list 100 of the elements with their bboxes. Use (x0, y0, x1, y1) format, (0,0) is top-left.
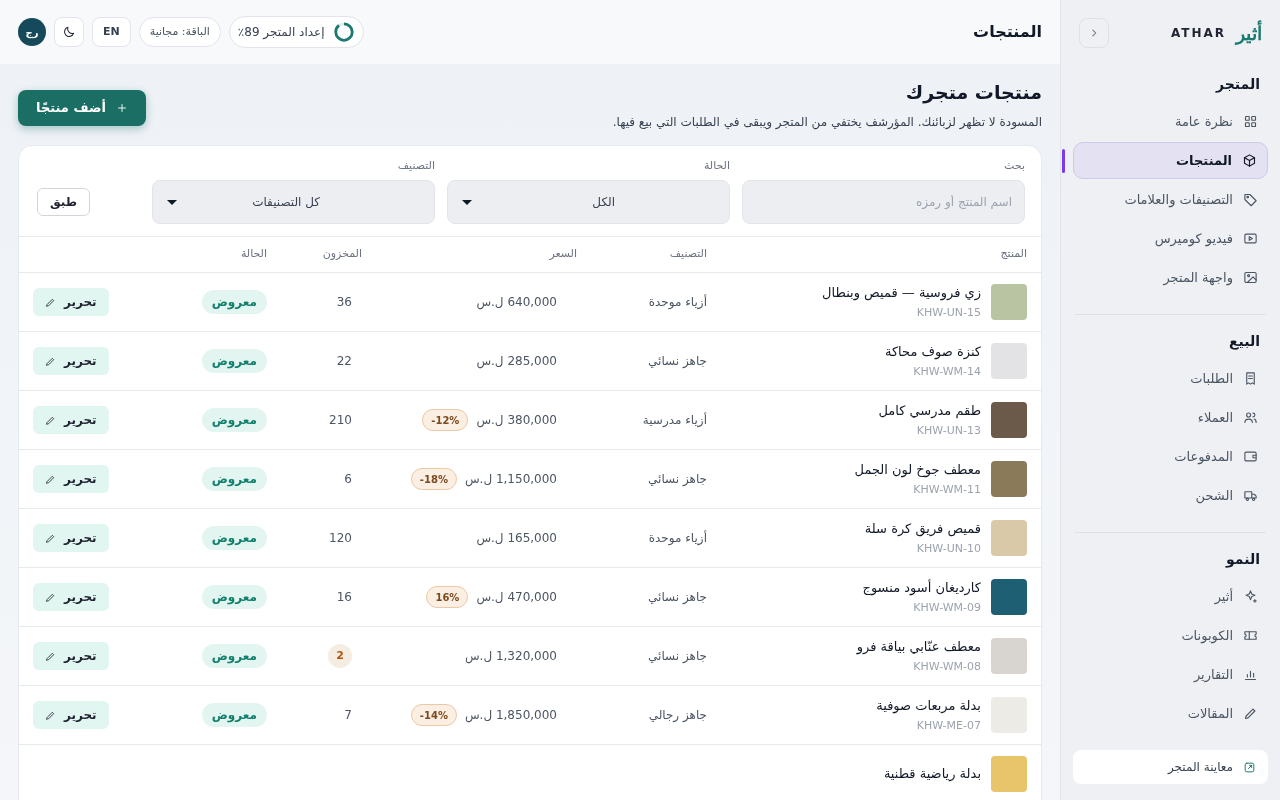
add-product-button[interactable]: أضف منتجًا (18, 90, 146, 126)
sidebar-item[interactable]: الطلبات (1073, 360, 1268, 397)
theme-toggle-button[interactable] (54, 17, 84, 47)
product-sku: KHW-UN-15 (915, 305, 981, 321)
edit-button[interactable]: تحرير (33, 465, 109, 493)
dropdown-caret-icon (167, 199, 178, 205)
tag-icon (1243, 192, 1258, 207)
status-badge: معروض (201, 408, 267, 432)
brand-logo: أثير (1236, 19, 1262, 47)
store-setup-progress[interactable]: إعداد المتجر 89٪ (228, 16, 364, 48)
box-icon (1242, 153, 1257, 168)
section-heading: المتجر (1214, 75, 1261, 95)
edit-button[interactable]: تحرير (33, 642, 109, 670)
column-header: المخزون (321, 246, 362, 263)
edit-button[interactable]: تحرير (33, 701, 109, 729)
active-indicator (1062, 149, 1065, 173)
discount-badge: 16% (426, 586, 469, 608)
column-header: المنتج (999, 246, 1027, 263)
video-icon (1243, 231, 1258, 246)
image-icon (1243, 270, 1258, 285)
photo-placeholder (991, 402, 1027, 438)
status-badge: معروض (201, 349, 267, 373)
dropdown-caret-icon (462, 199, 473, 205)
edit-button[interactable]: تحرير (33, 347, 109, 375)
product-name: كارديغان أسود منسوج (862, 578, 981, 597)
pencil-icon (45, 532, 56, 544)
photo-placeholder (991, 343, 1027, 379)
photo-placeholder (991, 579, 1027, 615)
product-sku: KHW-UN-13 (915, 423, 981, 439)
edit-button[interactable]: تحرير (33, 583, 109, 611)
discount-badge: -12% (422, 409, 469, 431)
status-badge: معروض (201, 467, 267, 491)
price-text: 640,000 ل.س (476, 294, 557, 311)
category-text: أزياء موحدة (648, 531, 707, 545)
product-sku: KHW-UN-10 (915, 541, 981, 557)
user-avatar[interactable]: رج (18, 18, 46, 46)
ticket-icon (1243, 628, 1258, 643)
sidebar-item[interactable]: العملاء (1073, 399, 1268, 436)
product-name: زي فروسية — قميص وبنطال (822, 283, 981, 302)
price-text: 470,000 ل.س (476, 589, 557, 606)
stock-text: 210 (329, 413, 352, 427)
language-button[interactable]: EN (92, 17, 131, 47)
category-text: أزياء موحدة (648, 295, 707, 309)
field-label: بحث (1003, 157, 1025, 174)
edit-button[interactable]: تحرير (33, 288, 109, 316)
price-text: 285,000 ل.س (476, 353, 557, 370)
price-text: 380,000 ل.س (476, 412, 557, 429)
product-sku: KHW-WM-14 (912, 364, 981, 380)
sidebar-item[interactable]: المقالات (1073, 695, 1268, 732)
price-text: 1,850,000 ل.س (464, 707, 557, 724)
column-header: السعر (548, 246, 577, 263)
sidebar-item[interactable]: واجهة المتجر (1073, 259, 1268, 296)
product-name: بدلة مربعات صوفية (876, 696, 981, 715)
stock-text: 22 (336, 354, 352, 368)
sidebar-item[interactable]: الكوبونات (1073, 617, 1268, 654)
stock-text: 36 (336, 295, 352, 309)
moon-icon (62, 25, 76, 39)
pencil-icon (45, 296, 56, 308)
price-text: 1,320,000 ل.س (464, 648, 557, 665)
photo-placeholder (991, 638, 1027, 674)
status-dropdown[interactable]: الكل (447, 180, 730, 224)
category-text: جاهز نسائي (648, 472, 707, 486)
pencil-icon (45, 414, 56, 426)
external-link-icon (1243, 760, 1256, 774)
section-heading: النمو (1224, 550, 1261, 570)
category-text: جاهز رجالي (648, 708, 707, 722)
pencil-icon (45, 591, 56, 603)
sidebar-item[interactable]: نظرة عامة (1073, 103, 1268, 140)
product-name: معطف عنّابي بياقة فرو (856, 637, 981, 656)
pencil-icon (45, 650, 56, 662)
sidebar-item[interactable]: المدفوعات (1073, 438, 1268, 475)
category-dropdown[interactable]: كل التصنيفات (152, 180, 436, 224)
status-badge: معروض (201, 644, 267, 668)
product-name: كنزة صوف محاكة (884, 342, 981, 361)
edit-button[interactable]: تحرير (33, 524, 109, 552)
product-sku: KHW-WM-08 (912, 659, 981, 675)
status-badge: معروض (201, 290, 267, 314)
sidebar-item[interactable]: أثير (1073, 578, 1268, 615)
product-name: طقم مدرسي كامل (878, 401, 981, 420)
sidebar-item[interactable]: فيديو كوميرس (1073, 220, 1268, 257)
stock-text: 7 (344, 708, 352, 722)
apply-filter-button[interactable]: طبق (37, 188, 91, 216)
sidebar-item[interactable]: الشحن (1073, 477, 1268, 514)
price-text: 1,150,000 ل.س (464, 471, 557, 488)
stock-text: 16 (336, 590, 352, 604)
status-badge: معروض (201, 703, 267, 727)
category-text: جاهز نسائي (648, 354, 707, 368)
edit-button[interactable]: تحرير (33, 406, 109, 434)
price-text: 165,000 ل.س (476, 530, 557, 547)
store-preview-link[interactable]: معاينة المتجر (1073, 750, 1268, 784)
stock-text: 120 (329, 531, 352, 545)
sidebar-item[interactable]: التقارير (1073, 656, 1268, 693)
sidebar-item[interactable]: التصنيفات والعلامات (1073, 181, 1268, 218)
pencil-icon (45, 709, 56, 721)
pencil-icon (45, 355, 56, 367)
pencil-icon (45, 473, 56, 485)
page-title: منتجات متجرك (904, 80, 1042, 106)
users-icon (1243, 410, 1258, 425)
photo-placeholder (991, 697, 1027, 733)
receipt-icon (1243, 371, 1258, 386)
